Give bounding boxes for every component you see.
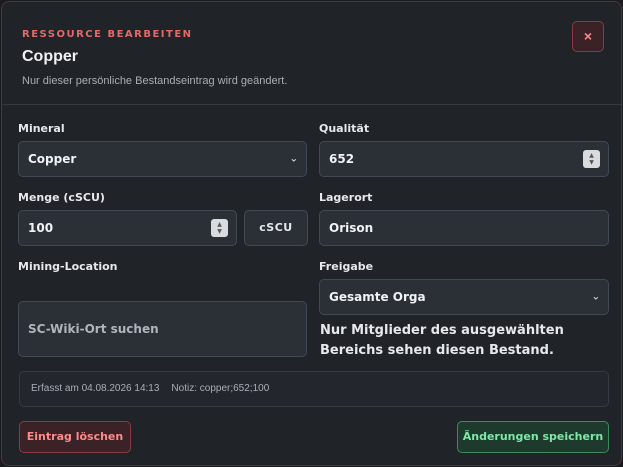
storage-input[interactable]: Orison: [319, 210, 609, 246]
quality-input[interactable]: 652 ▲ ▼: [319, 141, 609, 177]
stepper-down-icon: ▼: [217, 228, 222, 235]
edit-resource-modal: RESSOURCE BEARBEITEN Copper Nur dieser p…: [1, 1, 622, 466]
quality-label: Qualität: [319, 122, 370, 135]
quality-value: 652: [329, 152, 355, 166]
mining-location-placeholder: SC-Wiki-Ort suchen: [28, 322, 159, 336]
mining-location-search-input[interactable]: SC-Wiki-Ort suchen: [18, 301, 307, 357]
amount-unit-badge: cSCU: [244, 210, 308, 246]
chevron-down-icon: ⌄: [591, 291, 600, 303]
save-changes-button[interactable]: Änderungen speichern: [457, 421, 609, 453]
quality-stepper[interactable]: ▲ ▼: [583, 150, 600, 168]
release-label: Freigabe: [319, 260, 374, 273]
mineral-label: Mineral: [18, 122, 65, 135]
record-note: Notiz: copper;652;100: [171, 383, 270, 394]
storage-value: Orison: [329, 221, 374, 235]
release-select[interactable]: Gesamte Orga ⌄: [319, 279, 609, 315]
modal-title: Copper: [22, 48, 78, 65]
delete-entry-button[interactable]: Eintrag löschen: [19, 421, 131, 453]
close-icon: ×: [583, 28, 593, 44]
mineral-select[interactable]: Copper ⌄: [18, 141, 307, 177]
modal-header: RESSOURCE BEARBEITEN Copper Nur dieser p…: [2, 2, 621, 105]
stepper-down-icon: ▼: [589, 159, 594, 166]
modal-eyebrow: RESSOURCE BEARBEITEN: [22, 29, 193, 40]
chevron-down-icon: ⌄: [289, 153, 298, 165]
stepper-up-icon: ▲: [589, 152, 594, 159]
mineral-value: Copper: [28, 152, 77, 166]
amount-value: 100: [28, 221, 54, 235]
amount-input[interactable]: 100 ▲ ▼: [18, 210, 237, 246]
record-info-bar: Erfasst am 04.08.2026 14:13 Notiz: copper…: [19, 371, 609, 407]
mining-location-label: Mining-Location: [18, 260, 118, 273]
amount-label: Menge (cSCU): [18, 191, 105, 204]
amount-stepper[interactable]: ▲ ▼: [211, 219, 228, 237]
recorded-timestamp: Erfasst am 04.08.2026 14:13: [31, 383, 160, 394]
stepper-up-icon: ▲: [217, 221, 222, 228]
storage-label: Lagerort: [319, 191, 373, 204]
close-button[interactable]: ×: [572, 21, 604, 52]
release-hint: Nur Mitglieder des ausgewählten Bereichs…: [320, 323, 564, 358]
modal-subtitle: Nur dieser persönliche Bestandseintrag w…: [22, 75, 288, 87]
release-value: Gesamte Orga: [329, 290, 426, 304]
